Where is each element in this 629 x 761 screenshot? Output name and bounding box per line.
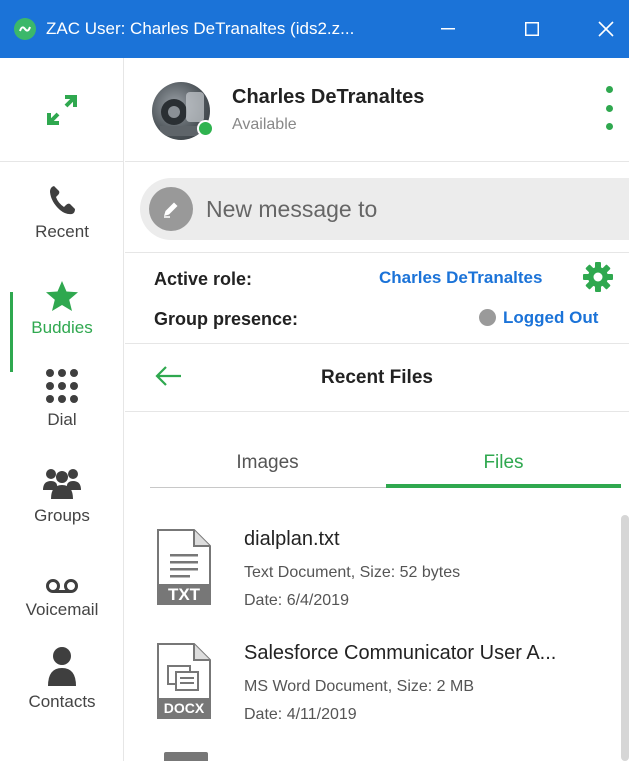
file-list-scrollbar[interactable] — [621, 515, 629, 761]
nav-item-contacts[interactable]: Contacts — [0, 646, 124, 712]
side-nav: Recent Buddies Dial Groups Voicemail Con… — [0, 58, 124, 761]
nav-label-dial: Dial — [47, 410, 77, 429]
file-list-item-partial[interactable] — [150, 746, 620, 761]
compose-icon — [149, 187, 193, 231]
voicemail-icon — [0, 554, 124, 594]
window-title: ZAC User: Charles DeTranaltes (ids2.z... — [46, 19, 355, 38]
logged-out-status-dot — [479, 309, 496, 326]
partial-file-icon — [164, 752, 208, 761]
nav-label-groups: Groups — [34, 506, 90, 525]
expand-button[interactable] — [0, 58, 124, 162]
nav-item-voicemail[interactable]: Voicemail — [0, 554, 124, 620]
tab-files[interactable]: Files — [386, 452, 621, 474]
person-icon — [0, 646, 124, 686]
maximize-button[interactable] — [504, 0, 560, 58]
nav-item-buddies[interactable]: Buddies — [0, 272, 124, 338]
active-role-label: Active role: — [154, 269, 253, 289]
file-name: Salesforce Communicator User A... — [244, 642, 557, 664]
file-name: dialplan.txt — [244, 528, 340, 550]
nav-item-recent[interactable]: Recent — [0, 176, 124, 242]
presence-status-dot — [197, 120, 214, 137]
nav-item-groups[interactable]: Groups — [0, 460, 124, 526]
nav-label-buddies: Buddies — [31, 318, 93, 337]
group-presence-link[interactable]: Logged Out — [503, 308, 598, 328]
star-icon — [0, 272, 124, 312]
txt-file-type-label: TXT — [168, 585, 201, 604]
nav-label-recent: Recent — [35, 222, 89, 241]
docx-file-type-label: DOCX — [164, 700, 205, 716]
txt-file-icon: TXT — [157, 529, 211, 605]
docx-file-icon: DOCX — [157, 643, 211, 719]
user-header: Charles DeTranaltes Available — [125, 58, 629, 162]
group-presence-label: Group presence: — [154, 309, 299, 329]
file-list-item[interactable]: DOCX Salesforce Communicator User A... M… — [150, 642, 620, 732]
zac-logo-icon — [14, 18, 36, 40]
file-date: Date: 4/11/2019 — [244, 706, 357, 723]
user-name: Charles DeTranaltes — [232, 86, 425, 108]
dialpad-icon — [0, 364, 124, 404]
file-list-item[interactable]: TXT dialplan.txt Text Document, Size: 52… — [150, 528, 620, 618]
minimize-button[interactable] — [420, 0, 476, 58]
gear-icon[interactable] — [583, 262, 613, 297]
new-message-placeholder: New message to — [206, 195, 378, 222]
tab-images[interactable]: Images — [150, 452, 385, 474]
new-message-input[interactable]: New message to — [140, 178, 629, 240]
phone-icon — [0, 176, 124, 216]
file-meta: Text Document, Size: 52 bytes — [244, 564, 461, 581]
title-bar: ZAC User: Charles DeTranaltes (ids2.z... — [0, 0, 629, 58]
active-role-link[interactable]: Charles DeTranaltes — [379, 268, 542, 288]
recent-files-title: Recent Files — [321, 367, 433, 388]
nav-label-contacts: Contacts — [28, 692, 96, 711]
file-tabs: Images Files — [150, 440, 621, 488]
role-panel: Active role: Charles DeTranaltes Group p… — [125, 252, 629, 344]
file-meta: MS Word Document, Size: 2 MB — [244, 678, 474, 695]
close-button[interactable] — [578, 0, 629, 58]
nav-label-voicemail: Voicemail — [25, 600, 99, 619]
active-tab-indicator — [386, 484, 621, 488]
user-status: Available — [232, 116, 297, 133]
recent-files-header: Recent Files — [125, 344, 629, 412]
file-date: Date: 6/4/2019 — [244, 592, 349, 609]
nav-item-dial[interactable]: Dial — [0, 364, 124, 430]
more-options-icon[interactable] — [600, 86, 618, 130]
group-icon — [0, 460, 124, 500]
expand-icon — [47, 94, 77, 125]
